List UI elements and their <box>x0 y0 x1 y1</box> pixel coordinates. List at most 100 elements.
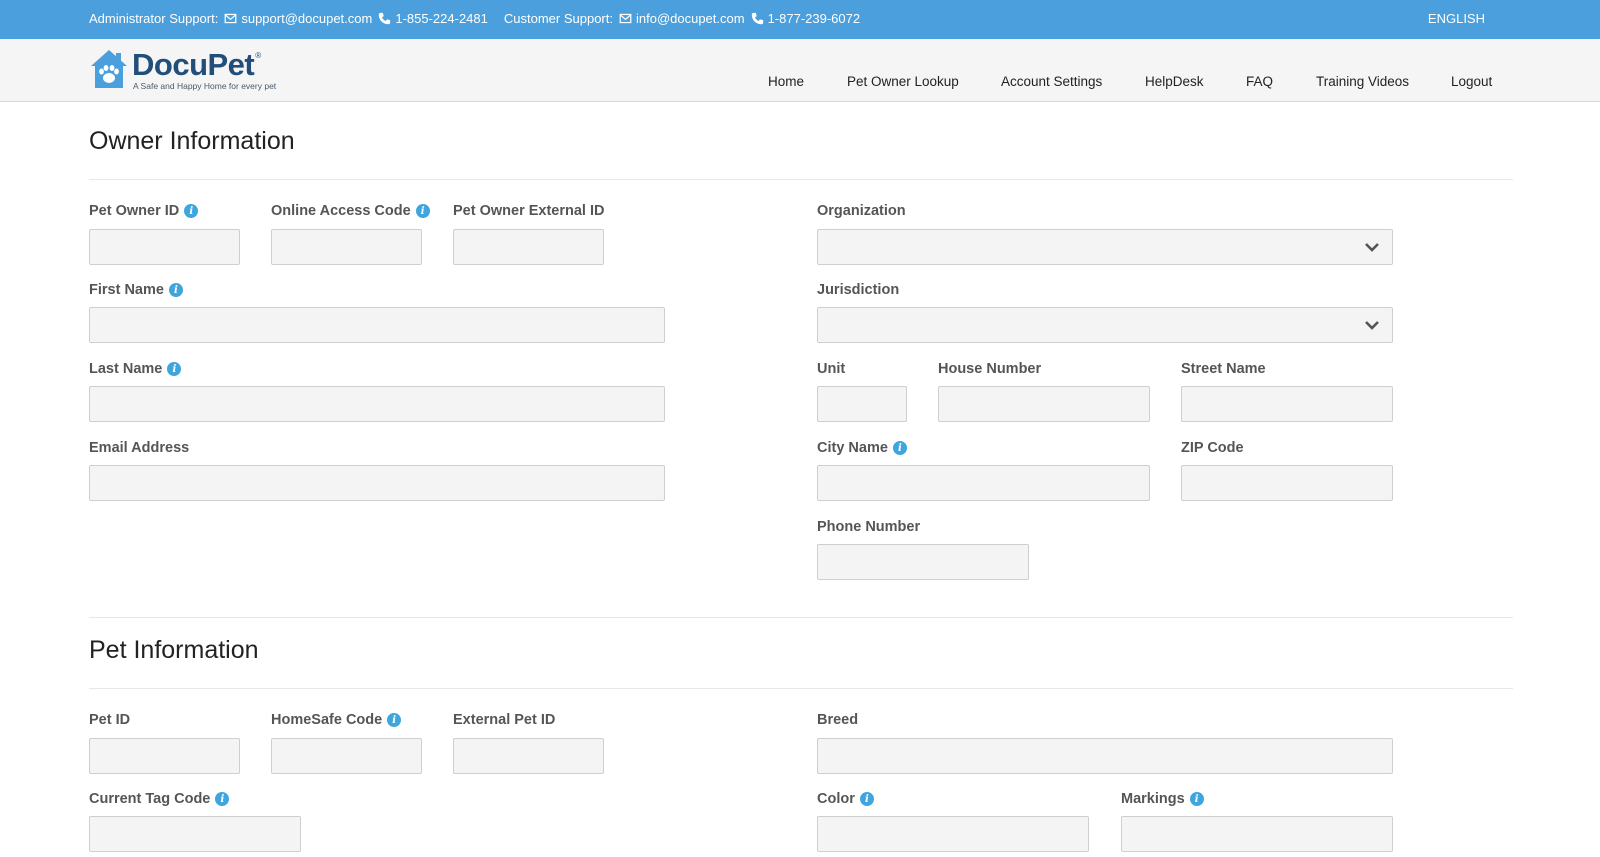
pet-owner-id-input[interactable] <box>90 230 239 264</box>
pet-owner-external-id-input[interactable] <box>454 230 603 264</box>
house-number-input[interactable] <box>939 387 1149 421</box>
city-name-field[interactable] <box>817 465 1150 501</box>
nav-account-settings[interactable]: Account Settings <box>1001 74 1102 89</box>
info-icon[interactable]: i <box>892 441 907 455</box>
admin-support-phone[interactable]: 1-855-224-2481 <box>395 11 488 26</box>
email-address-label: Email Address <box>89 440 190 456</box>
pet-owner-id-label: Pet Owner ID i <box>89 203 199 219</box>
info-icon[interactable]: i <box>184 204 199 218</box>
docupet-logo[interactable]: DocuPet® A Safe and Happy Home for every… <box>89 47 299 94</box>
organization-label: Organization <box>817 203 906 219</box>
online-access-code-field[interactable] <box>271 229 422 265</box>
external-pet-id-field[interactable] <box>453 738 604 774</box>
pet-section-title: Pet Information <box>89 636 259 664</box>
current-tag-code-input[interactable] <box>90 817 300 851</box>
chevron-down-icon <box>1365 321 1379 330</box>
markings-input[interactable] <box>1122 817 1392 851</box>
support-bar: Administrator Support: support@docupet.c… <box>0 0 1600 39</box>
language-selector[interactable]: ENGLISH <box>1428 11 1485 26</box>
first-name-input[interactable] <box>90 308 664 342</box>
logo-tagline: A Safe and Happy Home for every pet <box>133 81 277 91</box>
envelope-icon <box>224 13 237 24</box>
nav-faq[interactable]: FAQ <box>1246 74 1273 89</box>
city-name-input[interactable] <box>818 466 1149 500</box>
color-input[interactable] <box>818 817 1088 851</box>
owner-section-title: Owner Information <box>89 127 295 155</box>
divider <box>89 688 1513 689</box>
online-access-code-input[interactable] <box>272 230 421 264</box>
unit-input[interactable] <box>818 387 906 421</box>
city-name-label: City Name i <box>817 440 907 456</box>
street-name-label: Street Name <box>1181 361 1266 377</box>
jurisdiction-select[interactable] <box>817 307 1393 343</box>
organization-select[interactable] <box>817 229 1393 265</box>
last-name-label: Last Name i <box>89 361 182 377</box>
phone-number-input[interactable] <box>818 545 1028 579</box>
pet-id-label: Pet ID <box>89 712 131 728</box>
info-icon[interactable]: i <box>387 713 402 727</box>
external-pet-id-input[interactable] <box>454 739 603 773</box>
color-label: Color i <box>817 791 874 807</box>
info-icon[interactable]: i <box>167 362 182 376</box>
customer-support-email[interactable]: info@docupet.com <box>636 11 745 26</box>
pet-id-input[interactable] <box>90 739 239 773</box>
last-name-field[interactable] <box>89 386 665 422</box>
first-name-field[interactable] <box>89 307 665 343</box>
nav-pet-owner-lookup[interactable]: Pet Owner Lookup <box>847 74 959 89</box>
phone-icon <box>751 12 763 25</box>
site-header: DocuPet® A Safe and Happy Home for every… <box>0 39 1600 102</box>
customer-support-label: Customer Support: <box>503 11 613 26</box>
unit-label: Unit <box>817 361 846 377</box>
pet-owner-id-field[interactable] <box>89 229 240 265</box>
info-icon[interactable]: i <box>215 792 230 806</box>
house-number-label: House Number <box>938 361 1042 377</box>
markings-field[interactable] <box>1121 816 1393 852</box>
phone-number-label: Phone Number <box>817 519 921 535</box>
email-address-field[interactable] <box>89 465 665 501</box>
info-icon[interactable]: i <box>415 204 430 218</box>
breed-input[interactable] <box>818 739 1392 773</box>
admin-support-label: Administrator Support: <box>89 11 219 26</box>
email-address-input[interactable] <box>90 466 664 500</box>
online-access-code-label: Online Access Code i <box>271 203 430 219</box>
info-icon[interactable]: i <box>168 283 183 297</box>
nav-home[interactable]: Home <box>768 74 804 89</box>
homesafe-code-input[interactable] <box>272 739 421 773</box>
markings-label: Markings i <box>1121 791 1204 807</box>
unit-field[interactable] <box>817 386 907 422</box>
homesafe-code-field[interactable] <box>271 738 422 774</box>
admin-support-email[interactable]: support@docupet.com <box>241 11 372 26</box>
color-field[interactable] <box>817 816 1089 852</box>
chevron-down-icon <box>1365 243 1379 252</box>
street-name-field[interactable] <box>1181 386 1393 422</box>
current-tag-code-label: Current Tag Code i <box>89 791 230 807</box>
divider <box>89 179 1513 180</box>
house-number-field[interactable] <box>938 386 1150 422</box>
first-name-label: First Name i <box>89 282 183 298</box>
homesafe-code-label: HomeSafe Code i <box>271 712 402 728</box>
external-pet-id-label: External Pet ID <box>453 712 556 728</box>
customer-support-phone[interactable]: 1-877-239-6072 <box>768 11 861 26</box>
logo-brand: DocuPet® <box>132 47 261 82</box>
last-name-input[interactable] <box>90 387 664 421</box>
info-icon[interactable]: i <box>1189 792 1204 806</box>
zip-code-input[interactable] <box>1182 466 1392 500</box>
breed-label: Breed <box>817 712 859 728</box>
envelope-icon <box>619 13 632 24</box>
nav-training-videos[interactable]: Training Videos <box>1316 74 1409 89</box>
nav-logout[interactable]: Logout <box>1451 74 1492 89</box>
current-tag-code-field[interactable] <box>89 816 301 852</box>
pet-owner-external-id-field[interactable] <box>453 229 604 265</box>
phone-icon <box>379 12 391 25</box>
jurisdiction-label: Jurisdiction <box>817 282 900 298</box>
pet-id-field[interactable] <box>89 738 240 774</box>
nav-helpdesk[interactable]: HelpDesk <box>1145 74 1204 89</box>
breed-field[interactable] <box>817 738 1393 774</box>
pet-owner-external-id-label: Pet Owner External ID <box>453 203 605 219</box>
phone-number-field[interactable] <box>817 544 1029 580</box>
zip-code-label: ZIP Code <box>1181 440 1244 456</box>
info-icon[interactable]: i <box>859 792 874 806</box>
zip-code-field[interactable] <box>1181 465 1393 501</box>
divider <box>89 617 1513 618</box>
street-name-input[interactable] <box>1182 387 1392 421</box>
